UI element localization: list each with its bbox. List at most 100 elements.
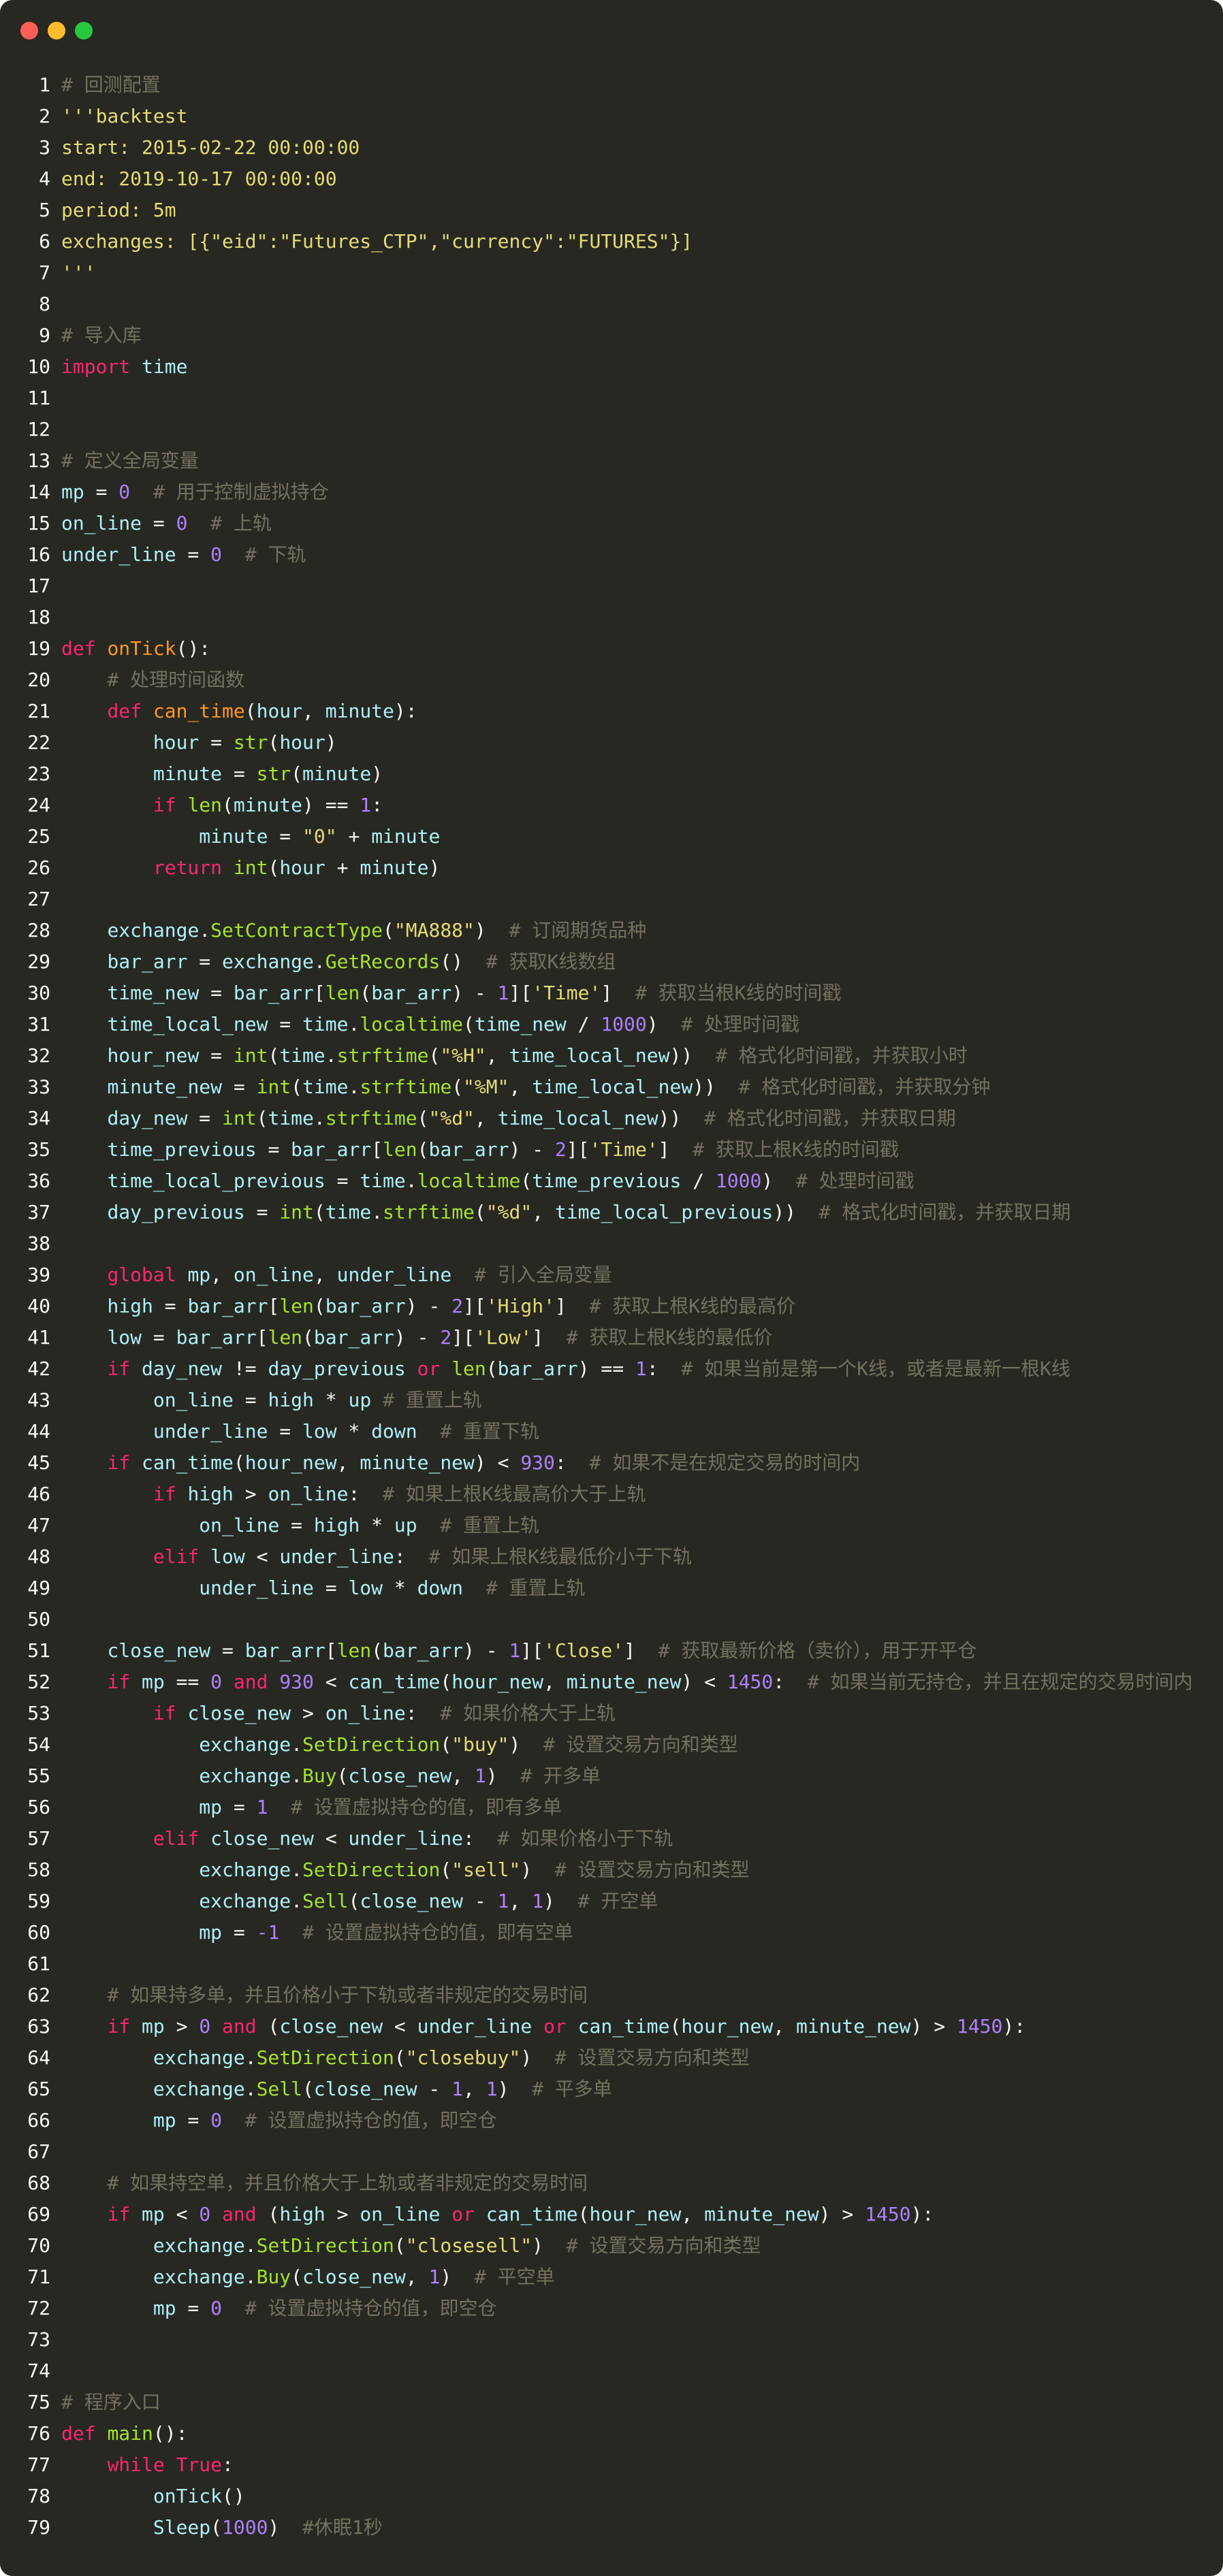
code-text: return int(hour + minute) [153,856,441,879]
line-number: 36 [27,1170,50,1192]
line-number: 30 [27,982,50,1004]
line-number: 29 [27,950,50,973]
code-line: 59 exchange.Sell(close_new - 1, 1) # 开空单 [0,1886,1223,1917]
line-number: 69 [27,2203,50,2225]
line-number: 73 [27,2328,50,2351]
code-line: 52 if mp == 0 and 930 < can_time(hour_ne… [0,1667,1223,1698]
line-number: 39 [27,1263,50,1286]
code-text: mp = 0 # 用于控制虚拟持仓 [61,481,329,503]
code-text: # 如果持空单，并且价格大于上轨或者非规定的交易时间 [107,2172,588,2194]
line-number: 11 [27,387,50,409]
code-line: 62 # 如果持多单，并且价格小于下轨或者非规定的交易时间 [0,1980,1223,2011]
code-text: minute = str(minute) [153,762,383,785]
code-text: if mp == 0 and 930 < can_time(hour_new, … [107,1671,1193,1693]
line-number: 77 [27,2453,50,2476]
code-line: 35 time_previous = bar_arr[len(bar_arr) … [0,1134,1223,1165]
code-line: 50 [0,1604,1223,1635]
code-line: 24 if len(minute) == 1: [0,790,1223,821]
line-number: 45 [27,1451,50,1474]
code-line: 70 exchange.SetDirection("closesell") # … [0,2230,1223,2261]
code-line: 56 mp = 1 # 设置虚拟持仓的值，即有多单 [0,1792,1223,1823]
line-number: 57 [27,1827,50,1850]
code-line: 44 under_line = low * down # 重置下轨 [0,1416,1223,1447]
line-number: 26 [27,856,50,879]
code-text: # 如果持多单，并且价格小于下轨或者非规定的交易时间 [107,1984,588,2006]
line-number: 65 [27,2078,50,2100]
line-number: 2 [39,105,50,127]
code-text: exchange.SetDirection("closesell") # 设置交… [153,2234,761,2257]
line-number: 32 [27,1044,50,1067]
code-line: 48 elif low < under_line: # 如果上根K线最低价小于下… [0,1541,1223,1573]
code-text: def onTick(): [61,637,211,660]
code-line: 38 [0,1228,1223,1259]
code-text: time_previous = bar_arr[len(bar_arr) - 2… [107,1138,899,1161]
code-text: time_local_previous = time.localtime(tim… [107,1170,915,1192]
zoom-dot-icon[interactable] [75,22,93,39]
line-number: 27 [27,888,50,910]
code-text: if len(minute) == 1: [153,794,383,816]
code-line: 55 exchange.Buy(close_new, 1) # 开多单 [0,1760,1223,1792]
code-text: exchange.Buy(close_new, 1) # 开多单 [199,1765,601,1787]
code-line: 18 [0,602,1223,633]
line-number: 51 [27,1639,50,1662]
code-line: 53 if close_new > on_line: # 如果价格大于上轨 [0,1698,1223,1729]
code-line: 72 mp = 0 # 设置虚拟持仓的值，即空仓 [0,2293,1223,2324]
code-text: mp = 0 # 设置虚拟持仓的值，即空仓 [153,2297,497,2319]
line-number: 49 [27,1577,50,1599]
close-dot-icon[interactable] [20,22,38,39]
line-number: 60 [27,1921,50,1944]
code-text: minute = "0" + minute [199,825,441,848]
code-text: exchange.SetDirection("sell") # 设置交易方向和类… [199,1858,750,1881]
line-number: 61 [27,1952,50,1975]
line-number: 56 [27,1796,50,1818]
code-line: 31 time_local_new = time.localtime(time_… [0,1009,1223,1040]
code-text: onTick() [153,2485,245,2507]
code-text: under_line = 0 # 下轨 [61,543,306,566]
line-number: 52 [27,1671,50,1693]
code-line: 36 time_local_previous = time.localtime(… [0,1165,1223,1197]
code-text: hour_new = int(time.strftime("%H", time_… [107,1044,968,1067]
code-text: if high > on_line: # 如果上根K线最高价大于上轨 [153,1483,646,1505]
line-number: 33 [27,1076,50,1098]
line-number: 38 [27,1232,50,1255]
code-text: while True: [107,2453,234,2476]
line-number: 68 [27,2172,50,2194]
line-number: 47 [27,1514,50,1536]
line-number: 66 [27,2109,50,2131]
code-text: exchange.Sell(close_new - 1, 1) # 平多单 [153,2078,612,2100]
line-number: 21 [27,700,50,722]
code-line: 51 close_new = bar_arr[len(bar_arr) - 1]… [0,1635,1223,1667]
line-number: 59 [27,1890,50,1912]
code-line: 69 if mp < 0 and (high > on_line or can_… [0,2199,1223,2230]
line-number: 9 [39,324,50,347]
code-line: 77 while True: [0,2449,1223,2481]
line-number: 74 [27,2360,50,2382]
code-line: 68 # 如果持空单，并且价格大于上轨或者非规定的交易时间 [0,2168,1223,2199]
code-line: 66 mp = 0 # 设置虚拟持仓的值，即空仓 [0,2105,1223,2136]
line-number: 48 [27,1545,50,1568]
line-number: 28 [27,919,50,941]
code-text: exchange.Sell(close_new - 1, 1) # 开空单 [199,1890,658,1912]
code-text: import time [61,355,188,378]
code-text: hour = str(hour) [153,731,337,754]
code-window: 1 # 回测配置 2 '''backtest 3 start: 2015-02-22 00… [0,0,1223,2576]
code-line: 65 exchange.Sell(close_new - 1, 1) # 平多单 [0,2074,1223,2105]
line-number: 79 [27,2516,50,2539]
line-number: 76 [27,2422,50,2445]
code-line: 61 [0,1948,1223,1980]
code-line: 71 exchange.Buy(close_new, 1) # 平空单 [0,2261,1223,2293]
code-text: day_new = int(time.strftime("%d", time_l… [107,1107,956,1129]
line-number: 1 [39,74,50,96]
line-number: 50 [27,1608,50,1630]
code-line: 42 if day_new != day_previous or len(bar… [0,1353,1223,1385]
code-text: ''' [61,261,96,284]
line-number: 75 [27,2391,50,2413]
code-line: 57 elif close_new < under_line: # 如果价格小于… [0,1823,1223,1854]
line-number: 43 [27,1389,50,1411]
minimize-dot-icon[interactable] [48,22,65,39]
code-line: 8 [0,289,1223,320]
code-text: elif close_new < under_line: # 如果价格小于下轨 [153,1827,673,1850]
code-line: 29 bar_arr = exchange.GetRecords() # 获取K… [0,946,1223,978]
line-number: 19 [27,637,50,660]
code-text: elif low < under_line: # 如果上根K线最低价小于下轨 [153,1545,693,1568]
